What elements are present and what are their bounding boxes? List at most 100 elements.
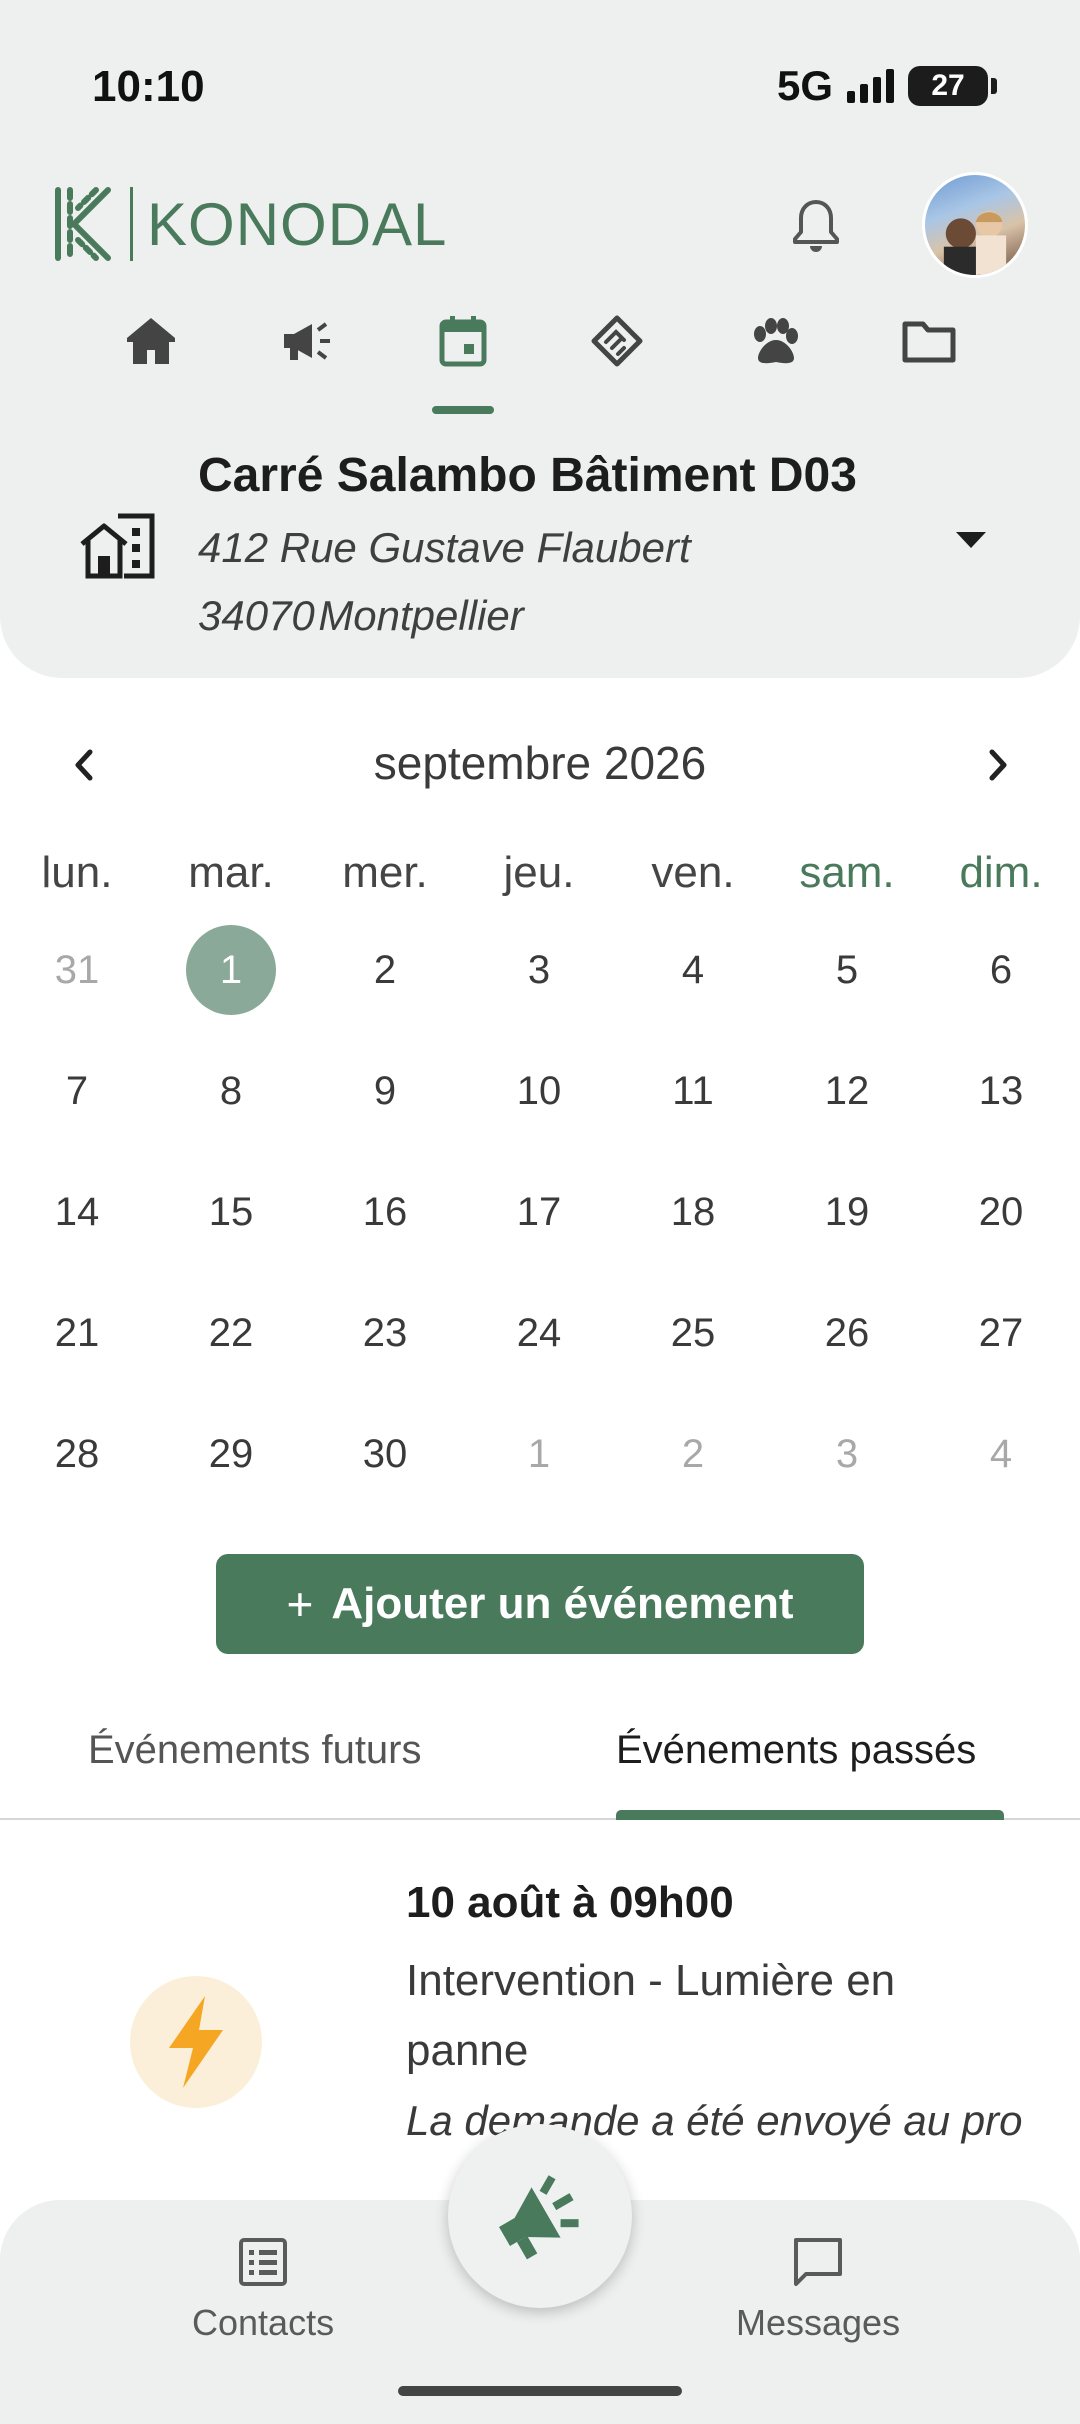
calendar-day-number: 24 <box>516 1311 562 1355</box>
calendar-day[interactable]: 20 <box>924 1172 1078 1272</box>
tab-pets[interactable] <box>728 312 818 416</box>
calendar-day-outside[interactable]: 1 <box>462 1414 616 1514</box>
tab-past-events[interactable]: Événements passés <box>616 1728 976 1773</box>
calendar-day-number: 7 <box>65 1069 89 1113</box>
calendar-day-number: 10 <box>516 1069 562 1113</box>
announce-fab-button[interactable] <box>448 2124 632 2308</box>
calendar-day[interactable]: 9 <box>308 1051 462 1151</box>
network-type: 5G <box>776 62 833 109</box>
signal-icon <box>847 69 894 103</box>
add-event-button[interactable]: + Ajouter un événement <box>216 1554 864 1654</box>
calendar-day-number: 16 <box>362 1190 408 1234</box>
calendar-day-number: 29 <box>208 1432 254 1476</box>
calendar-day-number: 21 <box>54 1311 100 1355</box>
weekday-label: dim. <box>959 848 1043 897</box>
calendar-day-number: 3 <box>835 1432 859 1476</box>
calendar-day-number: 25 <box>670 1311 716 1355</box>
calendar-day-outside[interactable]: 3 <box>770 1414 924 1514</box>
dropdown-arrow-icon[interactable] <box>954 530 988 550</box>
logo-divider <box>130 187 133 261</box>
home-icon <box>127 318 175 364</box>
calendar-day[interactable]: 14 <box>0 1172 154 1272</box>
tab-services[interactable] <box>572 312 662 416</box>
calendar-day[interactable]: 27 <box>924 1293 1078 1393</box>
tab-future-events[interactable]: Événements futurs <box>88 1728 422 1773</box>
calendar-day[interactable]: 11 <box>616 1051 770 1151</box>
building-name: Carré Salambo Bâtiment D03 <box>198 449 857 502</box>
calendar-day[interactable]: 5 <box>770 930 924 1030</box>
calendar-day-outside[interactable]: 4 <box>924 1414 1078 1514</box>
calendar-day[interactable]: 17 <box>462 1172 616 1272</box>
bell-icon[interactable] <box>788 196 844 256</box>
paw-icon <box>754 318 798 364</box>
calendar-day-number: 4 <box>681 948 705 992</box>
calendar-day-number: 15 <box>208 1190 254 1234</box>
calendar-day[interactable]: 13 <box>924 1051 1078 1151</box>
event-title: Intervention - Lumière en panne <box>406 1956 896 2075</box>
calendar-day-number: 12 <box>824 1069 870 1113</box>
event-tabs: Événements futurs Événements passés <box>0 1718 1080 1820</box>
calendar-day[interactable]: 23 <box>308 1293 462 1393</box>
battery-icon: 27 <box>908 66 997 106</box>
calendar-day[interactable]: 10 <box>462 1051 616 1151</box>
calendar-day[interactable]: 2 <box>308 930 462 1030</box>
calendar-day-number: 1 <box>527 1432 551 1476</box>
calendar-day[interactable]: 22 <box>154 1293 308 1393</box>
calendar-day[interactable]: 21 <box>0 1293 154 1393</box>
nav-messages-label: Messages <box>736 2302 901 2343</box>
calendar-day-number: 28 <box>54 1432 100 1476</box>
calendar-day[interactable]: 24 <box>462 1293 616 1393</box>
calendar-day-number: 27 <box>978 1311 1024 1355</box>
folder-icon <box>902 321 956 363</box>
calendar-day-outside[interactable]: 31 <box>0 930 154 1030</box>
add-event-label: Ajouter un événement <box>331 1579 794 1628</box>
calendar-day[interactable]: 12 <box>770 1051 924 1151</box>
calendar-day[interactable]: 29 <box>154 1414 308 1514</box>
calendar-day[interactable]: 15 <box>154 1172 308 1272</box>
calendar-day-number: 19 <box>824 1190 870 1234</box>
nav-contacts[interactable]: Contacts <box>192 2234 334 2344</box>
calendar-day[interactable]: 6 <box>924 930 1078 1030</box>
calendar-day[interactable]: 30 <box>308 1414 462 1514</box>
chevron-right-icon[interactable] <box>972 740 1022 790</box>
calendar-day[interactable]: 8 <box>154 1051 308 1151</box>
app-logo: KONODAL <box>48 184 447 264</box>
calendar-day-number: 6 <box>989 948 1013 992</box>
calendar-day[interactable]: 7 <box>0 1051 154 1151</box>
building-street: 412 Rue Gustave Flaubert <box>198 524 691 571</box>
calendar-day[interactable]: 18 <box>616 1172 770 1272</box>
tab-calendar[interactable] <box>418 312 508 416</box>
nav-messages[interactable]: Messages <box>736 2234 900 2344</box>
active-tab-indicator <box>432 406 494 414</box>
calendar-day[interactable]: 28 <box>0 1414 154 1514</box>
calendar-day[interactable]: 1 <box>154 925 308 1030</box>
weekday-header: lun. mar. mer. jeu. ven. sam. dim. <box>0 848 1080 908</box>
calendar-day[interactable]: 3 <box>462 930 616 1030</box>
calendar-day[interactable]: 25 <box>616 1293 770 1393</box>
weekday-label: mer. <box>342 848 428 897</box>
plus-icon: + <box>286 1578 314 1630</box>
calendar-day[interactable]: 19 <box>770 1172 924 1272</box>
building-city-line: 34070 Montpellier <box>198 592 524 640</box>
event-date: 10 août à 09h00 <box>406 1878 734 1927</box>
tab-documents[interactable] <box>884 312 974 416</box>
month-label: septembre 2026 <box>373 737 707 789</box>
tab-announcements[interactable] <box>262 312 352 416</box>
status-time: 10:10 <box>92 62 205 111</box>
avatar[interactable] <box>922 172 1028 278</box>
calendar-day-number: 20 <box>978 1190 1024 1234</box>
status-indicators: 5G 27 <box>776 62 997 110</box>
calendar-day-outside[interactable]: 2 <box>616 1414 770 1514</box>
calendar-day[interactable]: 4 <box>616 930 770 1030</box>
handshake-icon <box>591 315 643 367</box>
event-icon-badge <box>130 1976 262 2108</box>
weekday-label: sam. <box>799 848 895 897</box>
tab-home[interactable] <box>106 312 196 416</box>
calendar-day[interactable]: 16 <box>308 1172 462 1272</box>
calendar-day[interactable]: 26 <box>770 1293 924 1393</box>
active-event-tab-indicator <box>616 1810 1004 1820</box>
calendar-day-number: 14 <box>54 1190 100 1234</box>
building-selector[interactable]: Carré Salambo Bâtiment D03 412 Rue Gusta… <box>0 440 1080 660</box>
megaphone-icon <box>284 322 330 360</box>
status-bar: 10:10 5G 27 <box>0 0 1080 160</box>
